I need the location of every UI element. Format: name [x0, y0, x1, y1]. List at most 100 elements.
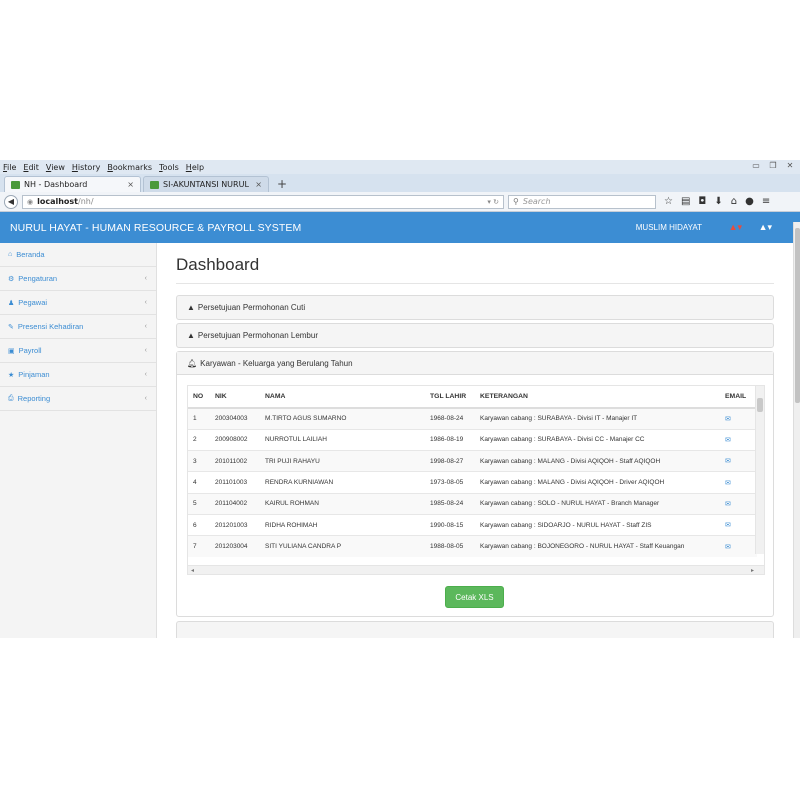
envelope-icon[interactable]: ✉: [725, 480, 731, 487]
panel-header[interactable]: ▲ Persetujuan Permohonan Lembur: [177, 324, 773, 347]
menu-file[interactable]: File: [3, 163, 16, 172]
envelope-icon[interactable]: ✉: [725, 501, 731, 508]
app-header: NURUL HAYAT - HUMAN RESOURCE & PAYROLL S…: [0, 212, 800, 243]
scroll-right-icon[interactable]: ▸: [751, 567, 754, 574]
scroll-thumb[interactable]: [757, 398, 763, 412]
cell-nik: 201203004: [210, 535, 260, 558]
reading-list-icon[interactable]: ▤: [681, 196, 690, 207]
hamburger-menu-icon[interactable]: ≡: [762, 196, 770, 207]
cell-keterangan: Karyawan cabang : BOJONEGORO - NURUL HAY…: [475, 535, 720, 558]
print-icon: ⎙: [8, 394, 14, 402]
search-icon: ⚲: [513, 197, 519, 206]
table-vertical-scrollbar[interactable]: [755, 386, 764, 554]
sidebar-item-label: Reporting: [17, 394, 51, 403]
download-icon[interactable]: ⬇: [714, 196, 722, 207]
favicon-icon: [150, 180, 159, 189]
cell-keterangan: Karyawan cabang : SURABAYA - Divisi IT -…: [475, 407, 720, 430]
cell-nama: M.TIRTO AGUS SUMARNO: [260, 407, 425, 430]
bell-icon: 🔔︎: [187, 358, 198, 368]
cogs-icon: ⚙: [8, 275, 15, 283]
cell-nik: 200304003: [210, 407, 260, 430]
envelope-icon[interactable]: ✉: [725, 416, 731, 423]
cell-no: 2: [188, 428, 210, 451]
cell-no: 3: [188, 450, 210, 472]
search-input[interactable]: ⚲ Search: [508, 194, 656, 209]
panel-header[interactable]: ▲ Persetujuan Permohonan Cuti: [177, 296, 773, 319]
app-brand[interactable]: NURUL HAYAT - HUMAN RESOURCE & PAYROLL S…: [10, 222, 301, 234]
menu-history[interactable]: History: [72, 163, 100, 172]
minimize-icon[interactable]: ▭: [750, 161, 762, 170]
envelope-icon[interactable]: ✉: [725, 544, 731, 551]
table-row: 2 200908002 NURROTUL LAILIAH 1986-08-19 …: [188, 428, 757, 451]
chevron-left-icon: ‹: [144, 299, 147, 306]
table-row: 5 201104002 KAIRUL ROHMAN 1985-08-24 Kar…: [188, 492, 757, 515]
col-header-email[interactable]: EMAIL: [720, 386, 757, 409]
tab-si-akuntansi[interactable]: SI-AKUNTANSI NURUL HA... ×: [143, 176, 269, 192]
scroll-thumb[interactable]: [795, 228, 800, 403]
cell-nama: TRI PUJI RAHAYU: [260, 450, 425, 472]
envelope-icon[interactable]: ✉: [725, 437, 731, 444]
menu-view[interactable]: View: [46, 163, 65, 172]
cell-no: 5: [188, 492, 210, 515]
tab-close-icon[interactable]: ×: [255, 180, 262, 189]
panel-title: Karyawan - Keluarga yang Berulang Tahun: [200, 358, 353, 368]
settings-dropdown-icon[interactable]: ▲▾: [759, 222, 772, 233]
chevron-left-icon: ‹: [144, 347, 147, 354]
menu-edit[interactable]: Edit: [23, 163, 39, 172]
menu-bar: File Edit View History Bookmarks Tools H…: [0, 160, 800, 174]
back-arrow-icon[interactable]: ◀: [4, 194, 18, 209]
sidebar-item-label: Beranda: [16, 250, 45, 259]
tab-close-icon[interactable]: ×: [127, 180, 134, 189]
cell-tgl-lahir: 1985-08-24: [425, 492, 475, 515]
sidebar-item-presensi[interactable]: ✎ Presensi Kehadiran ‹: [0, 315, 156, 339]
envelope-icon[interactable]: ✉: [725, 458, 731, 465]
new-tab-button[interactable]: +: [271, 176, 293, 192]
sidebar-item-beranda[interactable]: ⌂ Beranda: [0, 243, 156, 267]
alert-bell-icon[interactable]: ▲▾: [729, 222, 742, 233]
pocket-icon[interactable]: ◘: [698, 196, 706, 207]
sidebar-item-label: Pegawai: [18, 298, 48, 307]
sidebar-item-label: Pinjaman: [18, 370, 50, 379]
col-header-no[interactable]: NO: [188, 386, 210, 409]
tab-nh-dashboard[interactable]: NH - Dashboard ×: [4, 176, 141, 192]
chevron-left-icon: ‹: [144, 371, 147, 378]
sidebar-item-label: Pengaturan: [18, 274, 58, 283]
restore-icon[interactable]: ❐: [767, 161, 779, 170]
user-menu[interactable]: MUSLIM HIDAYAT: [636, 223, 702, 232]
cell-nama: RENDRA KURNIAWAN: [260, 471, 425, 494]
close-window-icon[interactable]: ✕: [784, 161, 796, 170]
cell-tgl-lahir: 1998-08-27: [425, 450, 475, 472]
sidebar-item-payroll[interactable]: ▣ Payroll ‹: [0, 339, 156, 363]
col-header-nik[interactable]: NIK: [210, 386, 260, 409]
reload-icon[interactable]: ▾ ↻: [487, 198, 499, 206]
table-horizontal-scrollbar[interactable]: ◂ ▸: [188, 565, 764, 574]
sidebar-item-reporting[interactable]: ⎙ Reporting ‹: [0, 387, 156, 411]
cell-nama: KAIRUL ROHMAN: [260, 492, 425, 515]
col-header-keterangan[interactable]: KETERANGAN: [475, 386, 720, 409]
panel-next-collapsed[interactable]: [176, 621, 774, 638]
menu-bookmarks[interactable]: Bookmarks: [107, 163, 152, 172]
panel-lembur[interactable]: ▲ Persetujuan Permohonan Lembur: [176, 323, 774, 348]
panel-header[interactable]: 🔔︎ Karyawan - Keluarga yang Berulang Tah…: [177, 352, 773, 375]
menu-help[interactable]: Help: [186, 163, 204, 172]
panel-cuti[interactable]: ▲ Persetujuan Permohonan Cuti: [176, 295, 774, 320]
cell-email: ✉: [720, 428, 757, 451]
page-scrollbar[interactable]: [793, 222, 800, 638]
edit-icon: ✎: [8, 323, 14, 331]
cell-tgl-lahir: 1968-08-24: [425, 407, 475, 430]
sidebar-item-pengaturan[interactable]: ⚙ Pengaturan ‹: [0, 267, 156, 291]
table-row: 4 201101003 RENDRA KURNIAWAN 1973-08-05 …: [188, 471, 757, 494]
menu-tools[interactable]: Tools: [159, 163, 179, 172]
bookmark-star-icon[interactable]: ☆: [664, 196, 673, 207]
scroll-left-icon[interactable]: ◂: [191, 567, 194, 574]
col-header-tgl-lahir[interactable]: TGL LAHIR: [425, 386, 475, 409]
home-icon[interactable]: ⌂: [731, 196, 737, 207]
sidebar-item-pinjaman[interactable]: ★ Pinjaman ‹: [0, 363, 156, 387]
envelope-icon[interactable]: ✉: [725, 522, 731, 529]
chat-icon[interactable]: ●: [745, 196, 754, 207]
sidebar-item-pegawai[interactable]: ♟ Pegawai ‹: [0, 291, 156, 315]
url-bar[interactable]: ◉ localhost /nh/ ▾ ↻: [22, 194, 504, 209]
export-xls-button[interactable]: Cetak XLS: [445, 586, 504, 608]
table-header-row: NO NIK NAMA TGL LAHIR KETERANGAN EMAIL: [188, 386, 757, 409]
col-header-nama[interactable]: NAMA: [260, 386, 425, 409]
